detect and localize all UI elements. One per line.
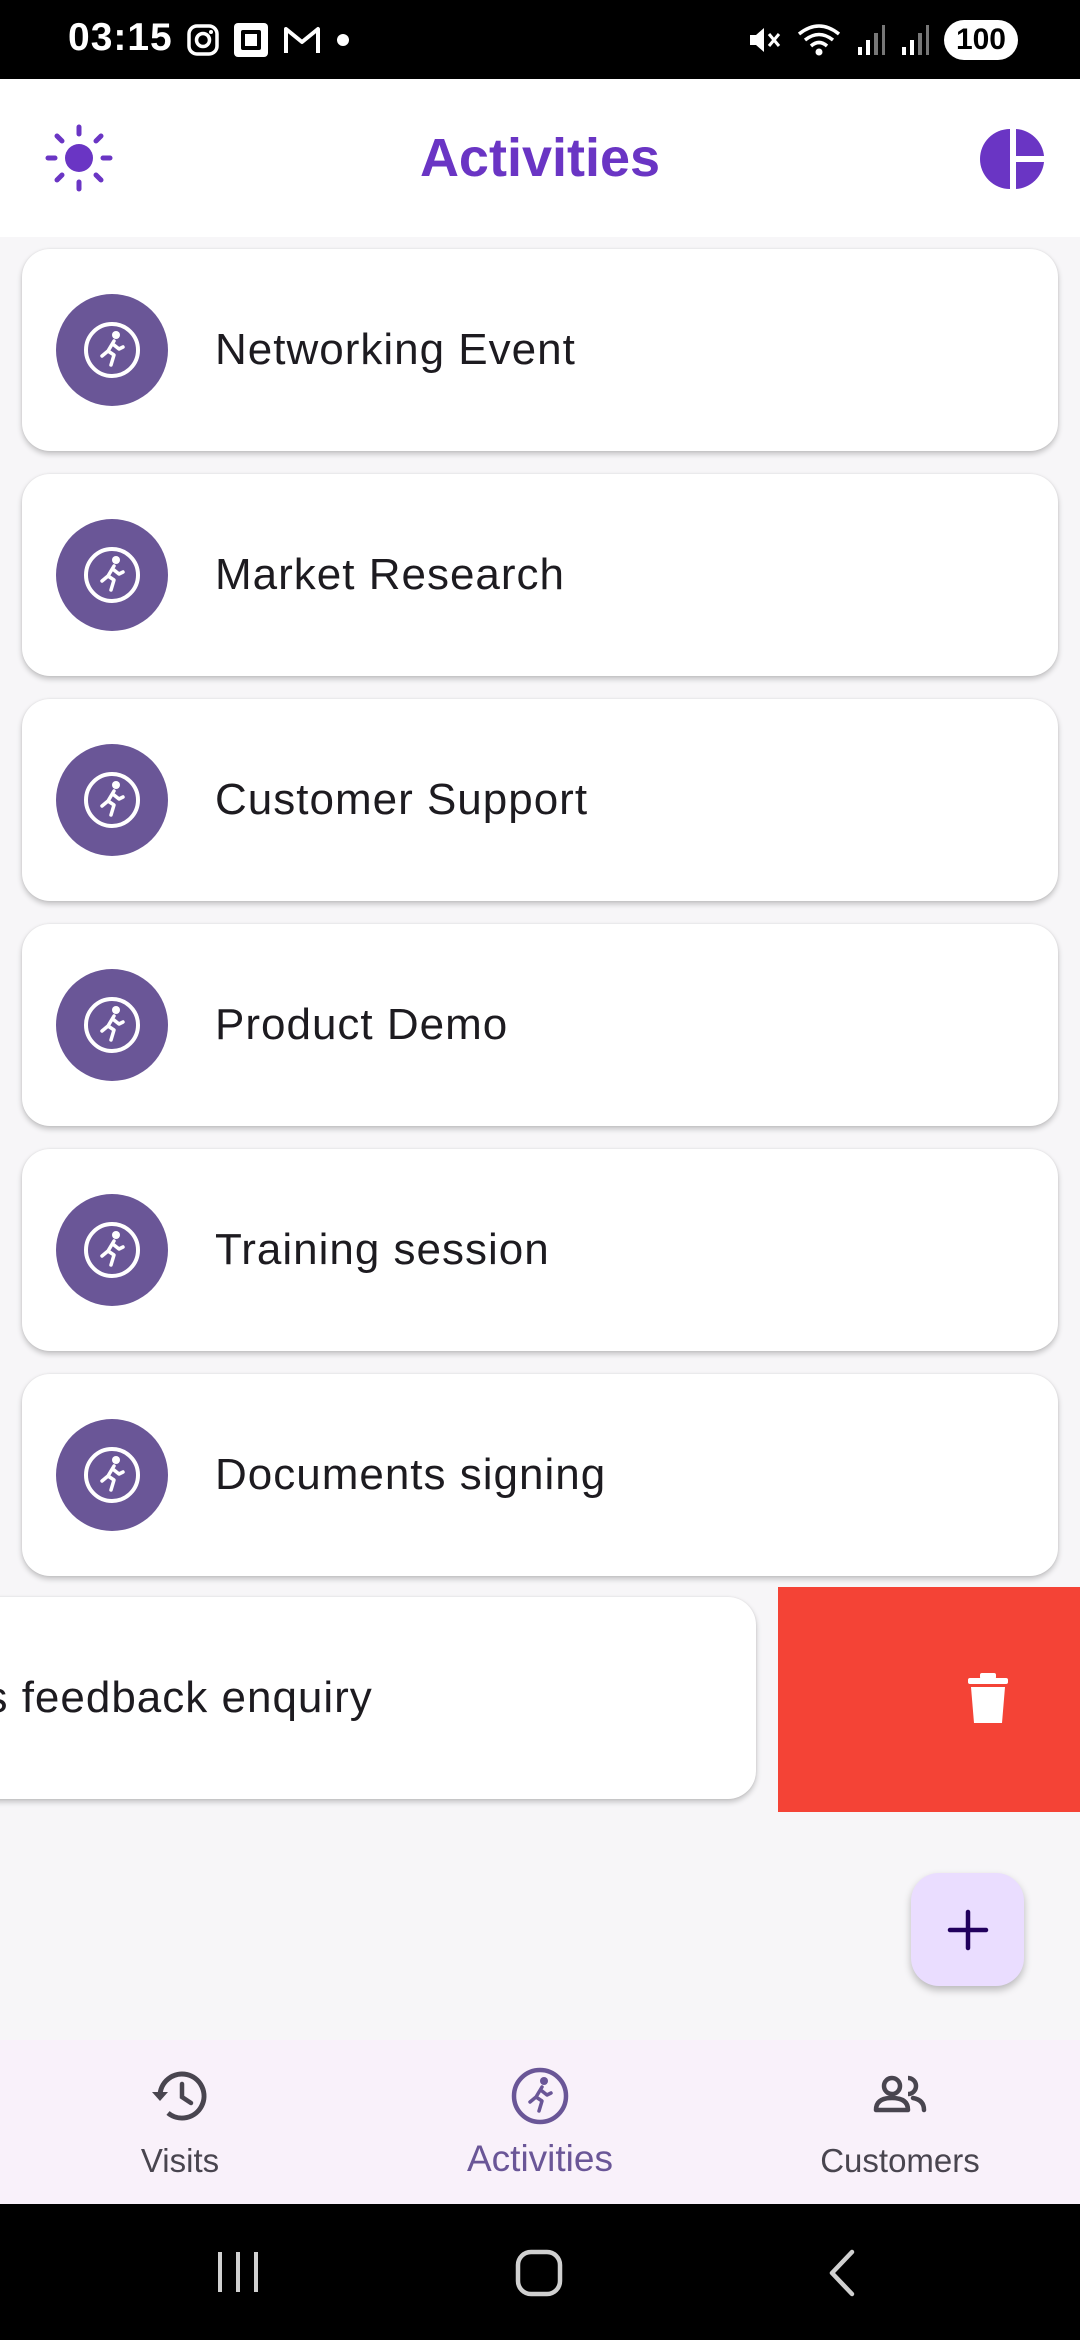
- recents-icon[interactable]: [214, 2250, 264, 2294]
- activity-label: Documents signing: [215, 1450, 607, 1499]
- activity-label: es feedback enquiry: [0, 1673, 373, 1722]
- nav-label: Activities: [467, 2138, 613, 2179]
- activity-card[interactable]: Customer Support: [22, 699, 1058, 901]
- directions-run-icon: [84, 772, 140, 828]
- battery-indicator: 100: [943, 20, 1018, 60]
- dot-icon: [337, 34, 349, 46]
- status-right-icons: 100: [746, 18, 1018, 62]
- instagram-icon: [187, 24, 219, 56]
- directions-run-icon: [84, 322, 140, 378]
- activity-card-swiped[interactable]: es feedback enquiry: [0, 1597, 756, 1799]
- nav-item-customers[interactable]: Customers: [720, 2040, 1080, 2204]
- mute-icon: [749, 28, 781, 52]
- activity-card[interactable]: Documents signing: [22, 1374, 1058, 1576]
- activity-avatar: [56, 294, 168, 406]
- status-bar: 03:15 100: [0, 0, 1080, 79]
- nav-label: Visits: [140, 2142, 220, 2179]
- statistics-button[interactable]: [978, 123, 1050, 195]
- history-icon: [152, 2071, 207, 2121]
- gmail-icon: [284, 27, 320, 53]
- home-icon[interactable]: [514, 2248, 564, 2298]
- activity-card[interactable]: Training session: [22, 1149, 1058, 1351]
- signal-icon: [857, 25, 885, 55]
- status-time: 03:15: [68, 16, 173, 59]
- directions-run-icon: [511, 2067, 569, 2125]
- activity-card[interactable]: Market Research: [22, 474, 1058, 676]
- activity-avatar: [56, 1419, 168, 1531]
- page-title: Activities: [419, 128, 661, 188]
- activity-label: Networking Event: [215, 325, 576, 374]
- plus-icon: [947, 1909, 988, 1950]
- activity-avatar: [56, 1194, 168, 1306]
- trash-icon: [968, 1673, 1008, 1723]
- directions-run-icon: [84, 1447, 140, 1503]
- activity-label: Product Demo: [215, 1000, 509, 1049]
- signal-icon: [901, 25, 929, 55]
- activity-card[interactable]: Networking Event: [22, 249, 1058, 451]
- activity-card[interactable]: Product Demo: [22, 924, 1058, 1126]
- system-navigation-bar: [0, 2204, 1080, 2340]
- pie-chart-icon: [980, 129, 1044, 189]
- activity-avatar: [56, 969, 168, 1081]
- wifi-icon: [797, 24, 841, 56]
- screenshot-icon: [234, 23, 268, 57]
- nav-label: Customers: [820, 2142, 980, 2179]
- activity-label: Training session: [215, 1225, 550, 1274]
- activity-avatar: [56, 744, 168, 856]
- directions-run-icon: [84, 1222, 140, 1278]
- activity-label: Customer Support: [215, 775, 589, 824]
- activity-avatar: [56, 519, 168, 631]
- delete-swipe-background[interactable]: [778, 1587, 1080, 1812]
- app-bar: Activities: [0, 79, 1080, 237]
- activity-label: Market Research: [215, 550, 566, 599]
- add-activity-button[interactable]: [911, 1873, 1024, 1986]
- directions-run-icon: [84, 547, 140, 603]
- nav-item-visits[interactable]: Visits: [0, 2040, 360, 2204]
- status-left-icons: [186, 20, 352, 60]
- people-icon: [873, 2075, 927, 2113]
- nav-item-activities[interactable]: Activities: [360, 2040, 720, 2204]
- back-icon[interactable]: [826, 2248, 858, 2298]
- bottom-navigation: Visits Activities Customers: [0, 2040, 1080, 2204]
- directions-run-icon: [84, 997, 140, 1053]
